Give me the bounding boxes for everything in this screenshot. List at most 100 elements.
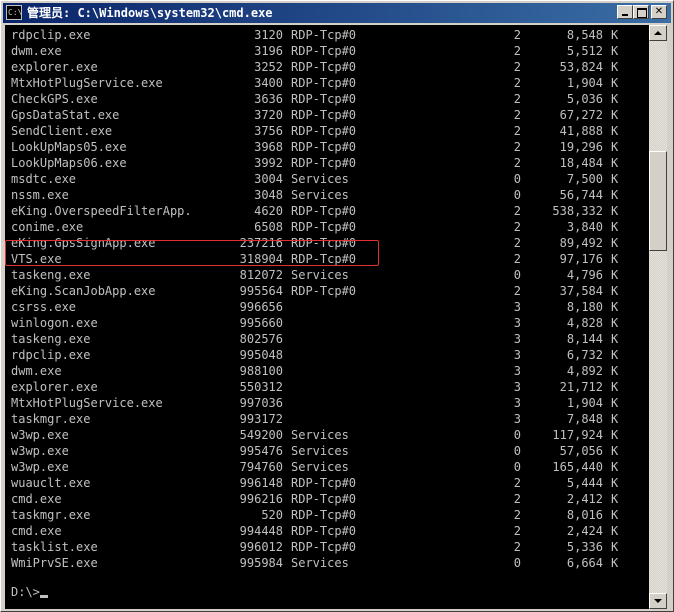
close-button[interactable]: ✕ <box>651 5 667 19</box>
process-session: RDP-Tcp#0 <box>291 28 357 42</box>
process-pid: 3004 <box>254 172 283 186</box>
process-name: taskeng.exe <box>11 332 91 346</box>
process-session-number: 0 <box>513 444 521 458</box>
process-session: Services <box>291 460 349 474</box>
process-memory: 89,492 <box>559 236 603 250</box>
process-pid: 3992 <box>254 156 283 170</box>
close-icon: ✕ <box>654 6 664 17</box>
process-session-number: 2 <box>513 156 521 170</box>
process-name: csrss.exe <box>11 300 77 314</box>
scroll-up-button[interactable] <box>649 25 667 41</box>
process-session: RDP-Tcp#0 <box>291 492 357 506</box>
process-pid: 3120 <box>254 28 283 42</box>
scroll-down-button[interactable] <box>649 593 667 609</box>
memory-unit: K <box>611 460 619 474</box>
cmd-icon[interactable]: C:\ <box>6 5 22 20</box>
memory-unit: K <box>611 556 619 570</box>
memory-unit: K <box>611 284 619 298</box>
title-bar[interactable]: C:\ 管理员: C:\Windows\system32\cmd.exe ✕ <box>3 3 671 23</box>
process-name: taskmgr.exe <box>11 508 91 522</box>
process-session: RDP-Tcp#0 <box>291 508 357 522</box>
process-name: w3wp.exe <box>11 460 69 474</box>
process-pid: 3636 <box>254 92 283 106</box>
process-pid: 997036 <box>239 396 283 410</box>
process-name: wuauclt.exe <box>11 476 91 490</box>
memory-unit: K <box>611 204 619 218</box>
process-name: eKing.OverspeedFilterApp. <box>11 204 192 218</box>
process-memory: 56,744 <box>559 188 603 202</box>
process-name: explorer.exe <box>11 380 98 394</box>
process-session-number: 2 <box>513 508 521 522</box>
maximize-button[interactable] <box>633 5 649 19</box>
process-session: RDP-Tcp#0 <box>291 540 357 554</box>
scroll-thumb[interactable] <box>649 151 667 251</box>
process-session: RDP-Tcp#0 <box>291 76 357 90</box>
process-name: taskeng.exe <box>11 268 91 282</box>
console-output[interactable]: rdpclip.exe 3120 RDP-Tcp#0 2 8,548 Kdwm.exe 3 1… <box>5 25 649 609</box>
arrow-down-icon <box>654 599 662 603</box>
process-name: nssm.exe <box>11 188 69 202</box>
process-session: RDP-Tcp#0 <box>291 92 357 106</box>
memory-unit: K <box>611 508 619 522</box>
memory-unit: K <box>611 28 619 42</box>
process-session-number: 3 <box>513 348 521 362</box>
process-session: RDP-Tcp#0 <box>291 476 357 490</box>
process-memory: 2,424 <box>566 524 603 538</box>
memory-unit: K <box>611 76 619 90</box>
process-session-number: 2 <box>513 540 521 554</box>
process-pid: 995984 <box>239 556 283 570</box>
process-name: dwm.exe <box>11 44 62 58</box>
memory-unit: K <box>611 412 619 426</box>
process-session: Services <box>291 428 349 442</box>
process-memory: 8,016 <box>566 508 603 522</box>
process-pid: 995660 <box>239 316 283 330</box>
process-session-number: 2 <box>513 204 521 218</box>
process-session-number: 2 <box>513 28 521 42</box>
process-session-number: 2 <box>513 44 521 58</box>
process-memory: 117,924 <box>552 428 603 442</box>
process-session-number: 3 <box>513 364 521 378</box>
process-name: LookUpMaps05.exe <box>11 140 127 154</box>
process-pid: 3756 <box>254 124 283 138</box>
process-memory: 8,180 <box>566 300 603 314</box>
memory-unit: K <box>611 140 619 154</box>
maximize-icon <box>637 8 647 18</box>
process-pid: 3048 <box>254 188 283 202</box>
memory-unit: K <box>611 316 619 330</box>
process-session: Services <box>291 268 349 282</box>
process-pid: 993172 <box>239 412 283 426</box>
minimize-button[interactable] <box>617 5 633 19</box>
process-pid: 3252 <box>254 60 283 74</box>
process-memory: 8,548 <box>566 28 603 42</box>
memory-unit: K <box>611 380 619 394</box>
process-memory: 1,904 <box>566 396 603 410</box>
process-session: RDP-Tcp#0 <box>291 44 357 58</box>
process-session: RDP-Tcp#0 <box>291 140 357 154</box>
process-session-number: 2 <box>513 220 521 234</box>
process-memory: 4,796 <box>566 268 603 282</box>
memory-unit: K <box>611 108 619 122</box>
process-session: RDP-Tcp#0 <box>291 220 357 234</box>
memory-unit: K <box>611 364 619 378</box>
process-name: GpsDataStat.exe <box>11 108 120 122</box>
process-name: dwm.exe <box>11 364 62 378</box>
process-session-number: 0 <box>513 188 521 202</box>
process-memory: 19,296 <box>559 140 603 154</box>
process-name: MtxHotPlugService.exe <box>11 76 163 90</box>
process-session: Services <box>291 556 349 570</box>
process-session-number: 3 <box>513 332 521 346</box>
vertical-scrollbar[interactable] <box>649 25 667 609</box>
memory-unit: K <box>611 44 619 58</box>
process-session: Services <box>291 444 349 458</box>
process-pid: 994448 <box>239 524 283 538</box>
memory-unit: K <box>611 492 619 506</box>
process-session-number: 0 <box>513 172 521 186</box>
process-memory: 6,664 <box>566 556 603 570</box>
process-memory: 165,440 <box>552 460 603 474</box>
process-memory: 41,888 <box>559 124 603 138</box>
command-prompt[interactable]: D:\> <box>11 584 48 600</box>
process-memory: 5,036 <box>566 92 603 106</box>
process-memory: 57,056 <box>559 444 603 458</box>
process-session-number: 0 <box>513 268 521 282</box>
process-name: rdpclip.exe <box>11 348 91 362</box>
